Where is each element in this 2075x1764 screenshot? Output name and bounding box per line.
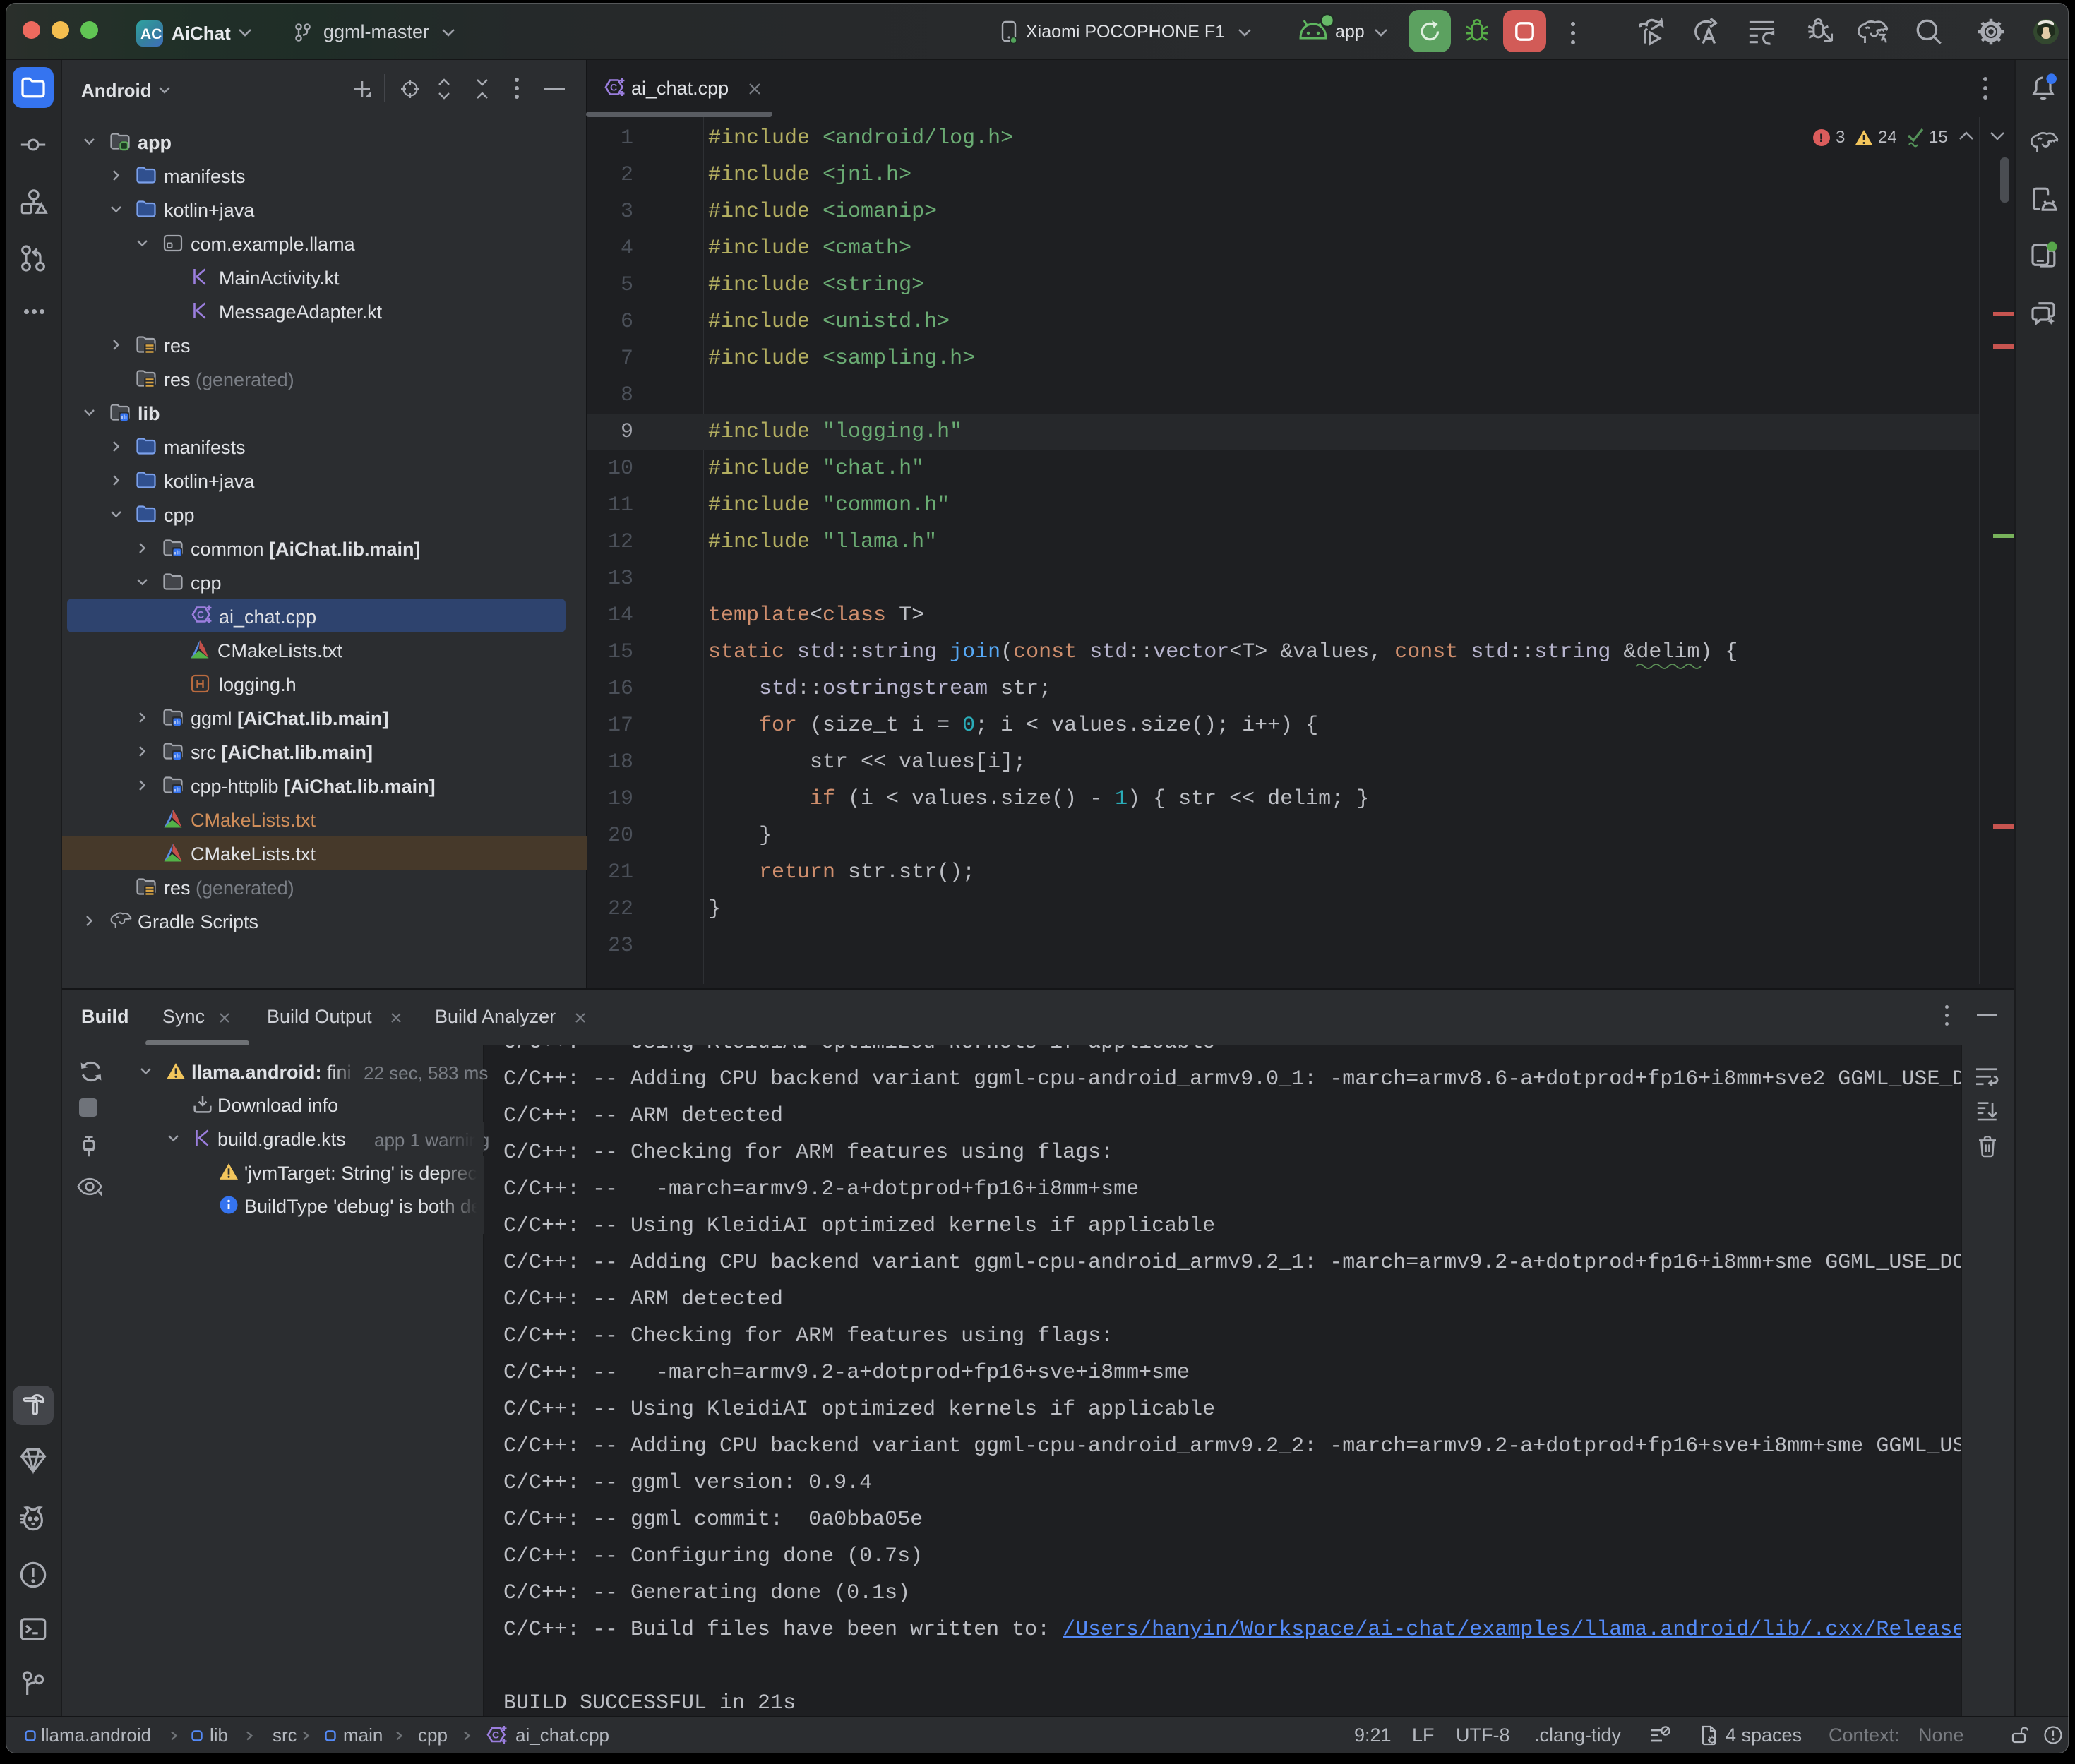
svg-text:C: C: [197, 609, 204, 620]
svg-text:C: C: [610, 82, 617, 93]
svg-text:C: C: [492, 1729, 499, 1741]
